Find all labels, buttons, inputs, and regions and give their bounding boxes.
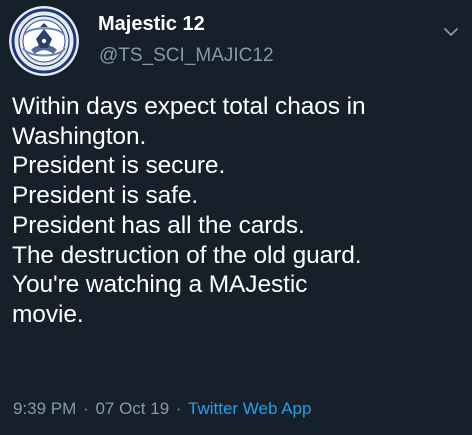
tweet-text-line: Within days expect total chaos in: [12, 93, 366, 120]
tweet-text-line: President is safe.: [12, 182, 199, 210]
tweet-text-line: President is secure.: [12, 152, 226, 180]
tweet-text-line: You're watching a MAJestic: [12, 271, 308, 299]
tweet-time[interactable]: 9:39 PM: [13, 399, 76, 418]
tweet-text: Within days expect total chaos in Washin…: [12, 92, 468, 330]
username-handle[interactable]: @TS_SCI_MAJIC12: [99, 45, 274, 67]
avatar[interactable]: [9, 6, 79, 76]
tweet-text-line: Washington.: [12, 122, 147, 150]
meta-separator: ·: [175, 399, 182, 418]
tweet-menu-button[interactable]: [441, 22, 461, 42]
tweet-card: Majestic 12 @TS_SCI_MAJIC12 Within days …: [0, 0, 472, 435]
chevron-down-icon: [444, 28, 458, 36]
tweet-date[interactable]: 07 Oct 19: [95, 399, 169, 418]
tweet-text-line: movie.: [12, 300, 84, 328]
agency-seal-icon: [9, 6, 79, 76]
display-name[interactable]: Majestic 12: [98, 12, 205, 36]
tweet-source-link[interactable]: Twitter Web App: [188, 399, 311, 418]
tweet-text-line: President has all the cards.: [12, 211, 305, 239]
meta-separator: ·: [83, 399, 89, 418]
tweet-text-line: The destruction of the old guard.: [12, 241, 362, 269]
tweet-metadata: 9:39 PM · 07 Oct 19 · Twitter Web App: [13, 398, 311, 420]
